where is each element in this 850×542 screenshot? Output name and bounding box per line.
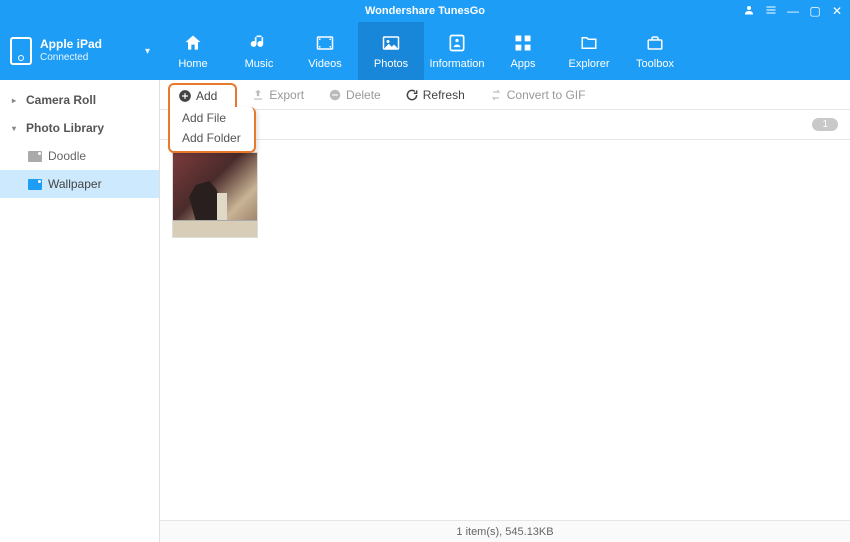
close-button[interactable]: ✕ xyxy=(830,4,844,18)
plus-circle-icon xyxy=(178,89,192,103)
status-text: 1 item(s), 545.13KB xyxy=(456,526,553,538)
sidebar-item-label: Doodle xyxy=(48,149,86,163)
nav-information[interactable]: Information xyxy=(424,22,490,80)
toolbar: Add Export Delete Refresh Convert to GIF xyxy=(160,80,850,110)
home-icon xyxy=(181,32,205,54)
picture-icon xyxy=(28,151,42,162)
sidebar-item-doodle[interactable]: Doodle xyxy=(0,142,159,170)
menu-icon[interactable] xyxy=(764,4,778,19)
refresh-button[interactable]: Refresh xyxy=(395,85,475,105)
toolbar-label: Refresh xyxy=(423,88,465,102)
minimize-button[interactable]: — xyxy=(786,4,800,18)
app-title: Wondershare TunesGo xyxy=(365,5,485,17)
convert-icon xyxy=(489,88,503,102)
refresh-icon xyxy=(405,88,419,102)
device-text: Apple iPad Connected xyxy=(40,37,102,65)
app-window: Wondershare TunesGo — ▢ ✕ Apple iPad Con… xyxy=(0,0,850,542)
music-icon xyxy=(247,32,271,54)
sidebar-item-wallpaper[interactable]: Wallpaper xyxy=(0,170,159,198)
minus-circle-icon xyxy=(328,88,342,102)
add-dropdown: Add File Add Folder xyxy=(168,107,256,153)
sidebar-section-photo-library[interactable]: Photo Library xyxy=(0,114,159,142)
toolbox-icon xyxy=(643,32,667,54)
nav-apps[interactable]: Apps xyxy=(490,22,556,80)
nav-label: Music xyxy=(245,58,274,70)
picture-icon xyxy=(28,179,42,190)
thumbnail-image xyxy=(217,193,227,221)
titlebar-controls: — ▢ ✕ xyxy=(742,4,844,19)
user-icon[interactable] xyxy=(742,4,756,19)
photo-thumbnail[interactable] xyxy=(172,152,258,238)
toolbar-label: Add xyxy=(196,89,217,103)
export-button[interactable]: Export xyxy=(241,85,314,105)
nav-music[interactable]: Music xyxy=(226,22,292,80)
device-status: Connected xyxy=(40,51,102,65)
nav-label: Information xyxy=(429,58,484,70)
titlebar: Wondershare TunesGo — ▢ ✕ xyxy=(0,0,850,22)
toolbar-label: Convert to GIF xyxy=(507,88,586,102)
breadcrumb-row: 1 xyxy=(160,110,850,140)
export-icon xyxy=(251,88,265,102)
nav-videos[interactable]: Videos xyxy=(292,22,358,80)
toolbar-label: Export xyxy=(269,88,304,102)
sidebar-label: Photo Library xyxy=(26,121,104,135)
add-button[interactable]: Add xyxy=(168,83,237,107)
sidebar: Camera Roll Photo Library Doodle Wallpap… xyxy=(0,80,160,542)
sidebar-section-camera-roll[interactable]: Camera Roll xyxy=(0,86,159,114)
dropdown-add-file[interactable]: Add File xyxy=(170,108,254,128)
dropdown-add-folder[interactable]: Add Folder xyxy=(170,128,254,148)
apps-icon xyxy=(511,32,535,54)
count-badge: 1 xyxy=(812,118,838,131)
content-grid xyxy=(160,140,850,520)
nav-label: Videos xyxy=(308,58,341,70)
nav-home[interactable]: Home xyxy=(160,22,226,80)
header: Apple iPad Connected ▾ Home Music Videos… xyxy=(0,22,850,80)
device-name: Apple iPad xyxy=(40,37,102,51)
convert-gif-button[interactable]: Convert to GIF xyxy=(479,85,596,105)
sidebar-label: Camera Roll xyxy=(26,93,96,107)
device-ipad-icon xyxy=(10,37,32,65)
nav-label: Explorer xyxy=(569,58,610,70)
folder-icon xyxy=(577,32,601,54)
nav-toolbox[interactable]: Toolbox xyxy=(622,22,688,80)
delete-button[interactable]: Delete xyxy=(318,85,391,105)
toolbar-label: Delete xyxy=(346,88,381,102)
nav-items: Home Music Videos Photos Information App… xyxy=(160,22,850,80)
nav-label: Apps xyxy=(510,58,535,70)
photos-icon xyxy=(379,32,403,54)
nav-label: Home xyxy=(178,58,207,70)
nav-label: Photos xyxy=(374,58,408,70)
maximize-button[interactable]: ▢ xyxy=(808,4,822,18)
info-icon xyxy=(445,32,469,54)
chevron-down-icon: ▾ xyxy=(145,46,150,57)
sidebar-item-label: Wallpaper xyxy=(48,177,102,191)
video-icon xyxy=(313,32,337,54)
statusbar: 1 item(s), 545.13KB xyxy=(160,520,850,542)
nav-photos[interactable]: Photos xyxy=(358,22,424,80)
nav-label: Toolbox xyxy=(636,58,674,70)
main: Add Export Delete Refresh Convert to GIF xyxy=(160,80,850,542)
nav-explorer[interactable]: Explorer xyxy=(556,22,622,80)
body: Camera Roll Photo Library Doodle Wallpap… xyxy=(0,80,850,542)
device-selector[interactable]: Apple iPad Connected ▾ xyxy=(0,22,160,80)
